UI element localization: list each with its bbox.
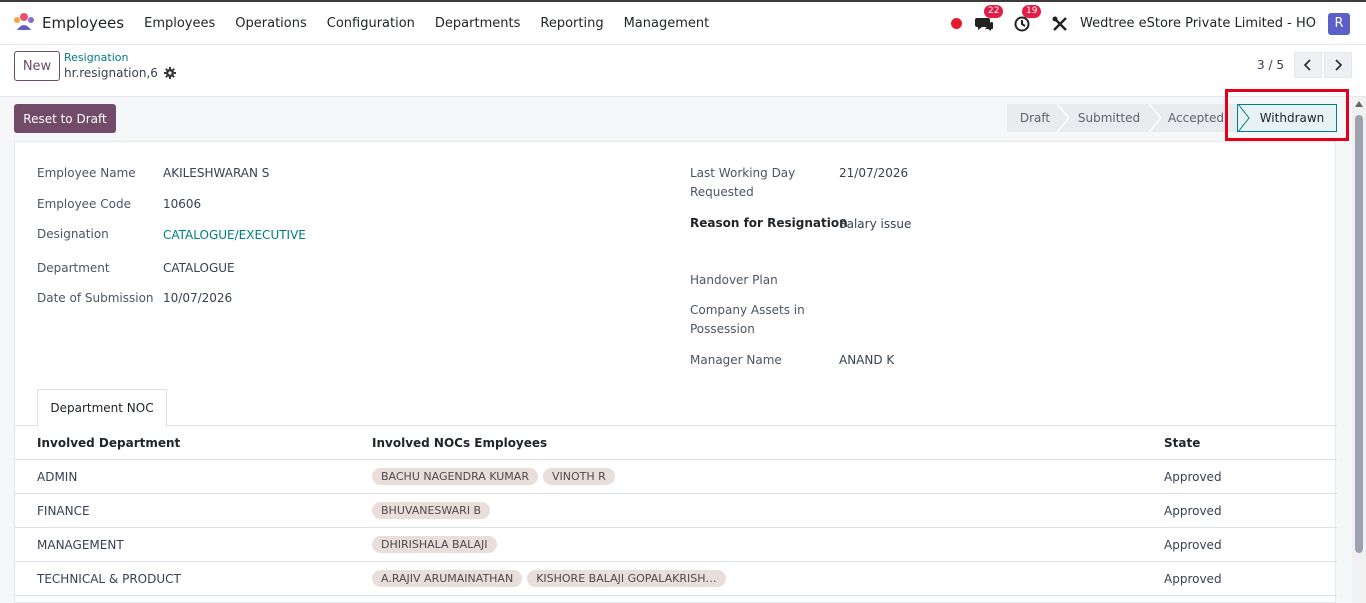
menu-configuration[interactable]: Configuration — [317, 16, 425, 31]
designation-link[interactable]: CATALOGUE/EXECUTIVE — [163, 228, 306, 242]
status-step-label: Accepted — [1168, 111, 1224, 125]
employee-tags: A.RAJIV ARUMAINATHAN KISHORE BALAJI GOPA… — [372, 570, 731, 587]
user-avatar[interactable]: R — [1328, 12, 1350, 35]
top-navbar: Employees Employees Operations Configura… — [0, 0, 1366, 45]
label-line: Last Working Day — [690, 166, 796, 180]
form-background: Employee Name AKILESHWARAN S Employee Co… — [0, 141, 1352, 603]
employee-tag[interactable]: DHIRISHALA BALAJI — [372, 536, 497, 553]
status-bar: Reset to Draft Draft Submitted Accepted … — [0, 97, 1352, 141]
chat-icon[interactable]: 22 — [974, 4, 1004, 34]
recording-dot-icon[interactable] — [950, 18, 962, 29]
column-header-state[interactable]: State — [1164, 436, 1200, 450]
submission-date-value[interactable]: 10/07/2026 — [163, 291, 232, 305]
chat-badge: 22 — [983, 4, 1004, 18]
row-department: FINANCE — [37, 504, 90, 518]
label-line: Possession — [690, 322, 755, 336]
employee-tags: DHIRISHALA BALAJI — [372, 536, 502, 553]
status-step-submitted[interactable]: Submitted — [1063, 104, 1161, 132]
new-button[interactable]: New — [14, 51, 60, 81]
pager: 3 / 5 — [1257, 52, 1352, 78]
table-row[interactable]: ADMIN BACHU NAGENDRA KUMAR VINOTH R Appr… — [15, 460, 1337, 494]
chevron-left-icon — [1303, 59, 1311, 71]
record-name: hr.resignation,6 — [64, 66, 158, 80]
pager-value[interactable]: 3 / 5 — [1257, 58, 1284, 72]
employee-tags: BHUVANESWARI B — [372, 502, 495, 519]
row-state: Approved — [1164, 538, 1222, 552]
employee-tag[interactable]: VINOTH R — [542, 468, 615, 485]
table-row[interactable]: FINANCE BHUVANESWARI B Approved — [15, 494, 1337, 528]
handover-plan-label: Handover Plan — [690, 273, 778, 287]
noc-table: Involved Department Involved NOCs Employ… — [15, 426, 1337, 596]
menu-operations[interactable]: Operations — [225, 16, 316, 31]
row-department: ADMIN — [37, 470, 78, 484]
control-panel: New Resignation hr.resignation,6 3 / 5 — [0, 45, 1366, 97]
employee-tag[interactable]: BACHU NAGENDRA KUMAR — [372, 468, 538, 485]
step-separator — [1149, 104, 1161, 132]
scroll-up-arrow-icon[interactable] — [1355, 101, 1363, 107]
row-department: MANAGEMENT — [37, 538, 124, 552]
menu-departments[interactable]: Departments — [425, 16, 530, 31]
manager-name-label: Manager Name — [690, 353, 782, 367]
row-state: Approved — [1164, 504, 1222, 518]
menu-reporting[interactable]: Reporting — [530, 16, 613, 31]
main-menu: Employees Operations Configuration Depar… — [134, 16, 719, 31]
manager-name-value[interactable]: ANAND K — [839, 353, 894, 367]
label-line: Company Assets in — [690, 303, 805, 317]
employee-name-label: Employee Name — [37, 166, 136, 180]
column-header-department[interactable]: Involved Department — [37, 436, 180, 450]
employee-tag[interactable]: KISHORE BALAJI GOPALAKRISHNAN — [527, 570, 727, 587]
employee-tag[interactable]: BHUVANESWARI B — [372, 502, 491, 519]
employee-tag[interactable]: A.RAJIV ARUMAINATHAN — [372, 570, 523, 587]
page-scrollbar[interactable] — [1352, 97, 1366, 603]
chevron-right-icon — [1335, 59, 1343, 71]
activity-clock-icon[interactable]: 19 — [1012, 4, 1042, 34]
table-row[interactable]: MANAGEMENT DHIRISHALA BALAJI Approved — [15, 528, 1337, 562]
menu-management[interactable]: Management — [614, 16, 720, 31]
app-title: Employees — [42, 14, 125, 32]
table-row[interactable]: TECHNICAL & PRODUCT A.RAJIV ARUMAINATHAN… — [15, 562, 1337, 596]
status-step-draft[interactable]: Draft — [1007, 104, 1069, 132]
menu-employees[interactable]: Employees — [134, 16, 225, 31]
employee-tags: BACHU NAGENDRA KUMAR VINOTH R — [372, 468, 620, 485]
notebook-tabs: Department NOC — [15, 389, 1337, 427]
form-sheet: Employee Name AKILESHWARAN S Employee Co… — [14, 141, 1337, 603]
label-line: Requested — [690, 185, 754, 199]
employee-name-value[interactable]: AKILESHWARAN S — [163, 166, 269, 180]
breadcrumb-current: hr.resignation,6 — [64, 66, 176, 80]
row-state: Approved — [1164, 470, 1222, 484]
debug-tools-icon[interactable] — [1050, 14, 1070, 34]
employees-app-icon — [12, 12, 36, 34]
employee-code-label: Employee Code — [37, 197, 131, 211]
company-switcher[interactable]: Wedtree eStore Private Limited - HO — [1080, 16, 1316, 31]
designation-label: Designation — [37, 227, 109, 241]
last-working-day-value[interactable]: 21/07/2026 — [839, 166, 908, 180]
last-working-day-label: Last Working Day Requested — [690, 164, 795, 202]
app-brand[interactable]: Employees — [12, 12, 124, 34]
status-step-label: Submitted — [1077, 111, 1141, 125]
row-state: Approved — [1164, 572, 1222, 586]
table-header: Involved Department Involved NOCs Employ… — [15, 426, 1337, 460]
department-label: Department — [37, 261, 110, 275]
reason-label: Reason for Resignation — [690, 216, 848, 230]
step-separator — [1057, 104, 1069, 132]
gear-icon[interactable] — [163, 67, 176, 79]
company-assets-label: Company Assets in Possession — [690, 301, 805, 339]
reset-to-draft-button[interactable]: Reset to Draft — [14, 104, 116, 133]
reason-value[interactable]: Salary issue — [839, 217, 911, 231]
submission-date-label: Date of Submission — [37, 291, 154, 305]
column-header-employees[interactable]: Involved NOCs Employees — [372, 436, 547, 450]
row-department: TECHNICAL & PRODUCT — [37, 572, 181, 586]
tab-department-noc[interactable]: Department NOC — [37, 389, 167, 427]
pager-previous-button[interactable] — [1294, 52, 1322, 78]
activity-badge: 19 — [1021, 4, 1042, 18]
annotation-highlight-box — [1225, 89, 1349, 141]
employee-code-value[interactable]: 10606 — [163, 197, 201, 211]
breadcrumb-parent[interactable]: Resignation — [64, 51, 128, 64]
department-value[interactable]: CATALOGUE — [163, 261, 235, 275]
systray: 22 19 Wedtree eStore Private Limited - H… — [950, 2, 1366, 45]
status-step-label: Draft — [1019, 111, 1051, 125]
scrollbar-thumb[interactable] — [1355, 115, 1363, 553]
pager-next-button[interactable] — [1324, 52, 1352, 78]
